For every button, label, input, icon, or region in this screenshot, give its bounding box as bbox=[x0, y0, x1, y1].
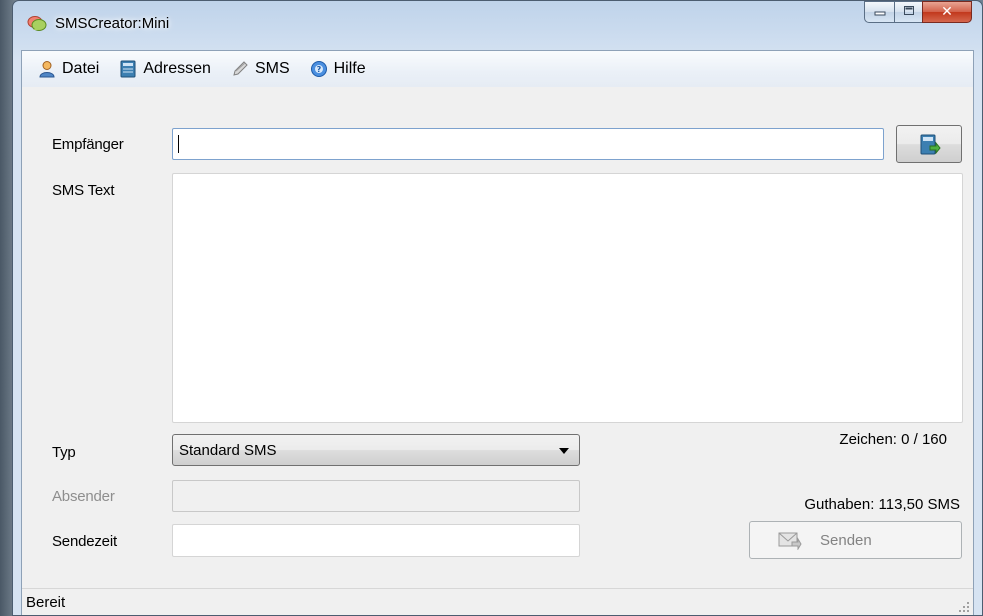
menu-adressen[interactable]: Adressen bbox=[109, 56, 221, 82]
maximize-icon bbox=[903, 3, 915, 21]
send-time-label: Sendezeit bbox=[52, 533, 117, 550]
app-window: SMSCreator:Mini ✕ Datei Adressen SMS ? H… bbox=[12, 0, 983, 616]
app-chat-icon bbox=[27, 15, 47, 33]
menu-hilfe-label: Hilfe bbox=[333, 60, 366, 77]
char-count: Zeichen: 0 / 160 bbox=[839, 431, 947, 448]
menu-datei-label: Datei bbox=[62, 60, 100, 77]
type-label: Typ bbox=[52, 444, 76, 461]
user-icon bbox=[38, 60, 56, 78]
send-button[interactable]: Senden bbox=[749, 521, 962, 559]
svg-text:?: ? bbox=[316, 65, 321, 74]
address-book-button[interactable] bbox=[896, 125, 962, 163]
send-mail-icon bbox=[778, 530, 802, 555]
address-book-icon bbox=[119, 60, 137, 78]
help-icon: ? bbox=[310, 60, 328, 78]
window-title: SMSCreator:Mini bbox=[55, 15, 170, 32]
minimize-button[interactable] bbox=[864, 1, 894, 23]
type-select[interactable]: Standard SMS bbox=[172, 434, 580, 466]
title-bar[interactable]: SMSCreator:Mini ✕ bbox=[13, 1, 982, 49]
balance-text: Guthaben: 113,50 SMS bbox=[804, 496, 960, 513]
status-text: Bereit bbox=[26, 594, 66, 611]
sender-input bbox=[172, 480, 580, 512]
close-button[interactable]: ✕ bbox=[922, 1, 972, 23]
resize-grip-icon[interactable] bbox=[958, 600, 970, 612]
chevron-down-icon bbox=[559, 448, 569, 454]
recipient-input[interactable] bbox=[172, 128, 884, 160]
menu-sms[interactable]: SMS bbox=[221, 56, 300, 82]
sender-label: Absender bbox=[52, 488, 115, 505]
sms-text-area[interactable] bbox=[172, 173, 963, 423]
status-bar: Bereit bbox=[22, 588, 973, 615]
text-caret bbox=[178, 135, 179, 153]
menu-datei[interactable]: Datei bbox=[28, 56, 109, 82]
send-button-label: Senden bbox=[820, 532, 872, 549]
client-area: Datei Adressen SMS ? Hilfe Empfänger SMS… bbox=[21, 50, 974, 615]
recipient-label: Empfänger bbox=[52, 136, 124, 153]
minimize-icon bbox=[874, 3, 886, 21]
close-icon: ✕ bbox=[941, 4, 953, 20]
maximize-button[interactable] bbox=[894, 1, 922, 23]
menu-hilfe[interactable]: ? Hilfe bbox=[300, 56, 376, 82]
send-time-input[interactable] bbox=[172, 524, 580, 557]
type-selected-value: Standard SMS bbox=[179, 442, 277, 459]
menu-sms-label: SMS bbox=[254, 60, 290, 77]
menu-adressen-label: Adressen bbox=[143, 60, 211, 77]
pencil-icon bbox=[231, 60, 249, 78]
sms-text-label: SMS Text bbox=[52, 182, 115, 199]
menu-bar: Datei Adressen SMS ? Hilfe bbox=[22, 51, 973, 87]
address-book-arrow-icon bbox=[919, 134, 941, 161]
